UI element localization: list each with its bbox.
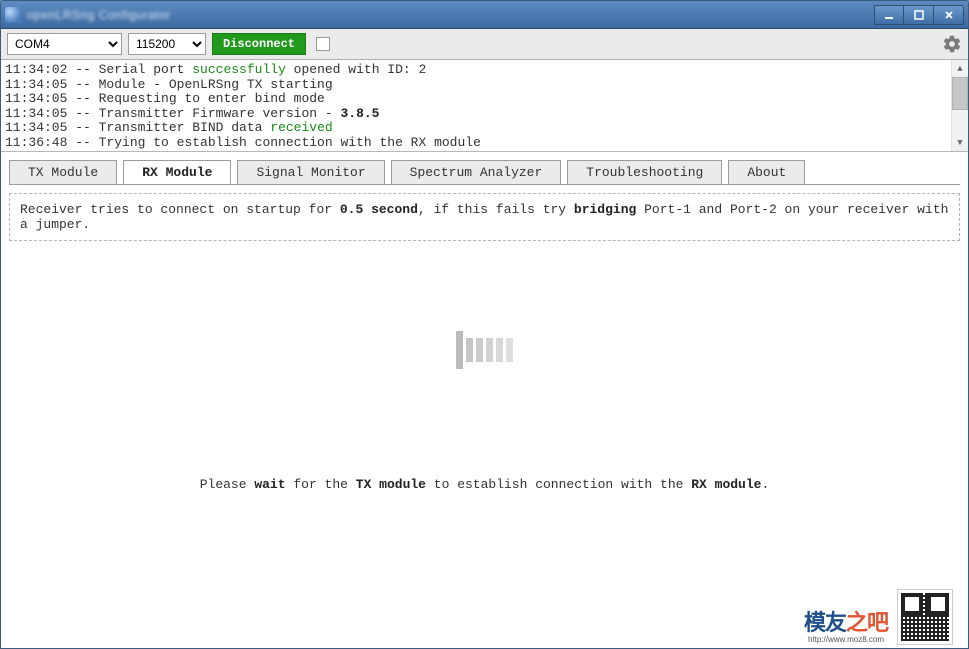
hint-duration: 0.5 second — [340, 202, 418, 217]
titlebar: openLRSng Configurator — [1, 1, 968, 29]
footer-logo: 模友之吧 http://www.moz8.com — [804, 605, 888, 644]
tab-about[interactable]: About — [728, 160, 805, 185]
log-line: 11:34:05 -- Transmitter Firmware version… — [5, 107, 947, 122]
disconnect-button[interactable]: Disconnect — [212, 33, 306, 55]
scroll-track[interactable] — [952, 77, 968, 134]
gear-icon[interactable] — [942, 34, 962, 54]
window-title: openLRSng Configurator — [27, 8, 874, 22]
log-line: 11:36:48 -- Trying to establish connecti… — [5, 136, 947, 151]
tab-tx-module[interactable]: TX Module — [9, 160, 117, 185]
port-select[interactable]: COM4 — [7, 33, 122, 55]
baud-select[interactable]: 115200 — [128, 33, 206, 55]
scroll-down-icon[interactable]: ▼ — [952, 134, 968, 151]
scroll-thumb[interactable] — [952, 77, 968, 110]
app-window: openLRSng Configurator COM4 115200 Disco… — [0, 0, 969, 649]
window-controls — [874, 5, 964, 25]
tab-row: TX ModuleRX ModuleSignal Monitor Spectrum… — [1, 152, 968, 184]
loading-spinner-icon — [456, 331, 513, 369]
logo-text-2: 之吧 — [846, 605, 888, 637]
tab-signal-monitor[interactable]: Signal Monitor — [237, 160, 384, 185]
log-line: 11:34:05 -- Transmitter BIND data receiv… — [5, 121, 947, 136]
close-button[interactable] — [934, 5, 964, 25]
qr-code-icon — [898, 590, 952, 644]
app-icon — [5, 7, 21, 23]
tab-troubleshooting[interactable]: Troubleshooting — [567, 160, 722, 185]
footer: 模友之吧 http://www.moz8.com — [804, 586, 960, 648]
toolbar-checkbox[interactable] — [316, 37, 330, 51]
log-scrollbar[interactable]: ▲ ▼ — [951, 60, 968, 151]
toolbar: COM4 115200 Disconnect — [1, 29, 968, 60]
log-line: 11:34:02 -- Serial port successfully ope… — [5, 63, 947, 78]
maximize-button[interactable] — [904, 5, 934, 25]
tab-rx-module[interactable]: RX Module — [123, 160, 231, 185]
hint-text-pre: Receiver tries to connect on startup for — [20, 202, 340, 217]
tab-panel-rx-module: Receiver tries to connect on startup for… — [9, 184, 960, 648]
wait-message: Please wait for the TX module to establi… — [200, 477, 770, 492]
logo-text-1: 模友 — [804, 605, 846, 637]
scroll-up-icon[interactable]: ▲ — [952, 60, 968, 77]
hint-box: Receiver tries to connect on startup for… — [9, 193, 960, 241]
hint-action: bridging — [574, 202, 636, 217]
log-line: 11:34:05 -- Requesting to enter bind mod… — [5, 92, 947, 107]
log-content[interactable]: 11:34:02 -- Serial port successfully ope… — [1, 60, 951, 151]
minimize-button[interactable] — [874, 5, 904, 25]
hint-text-mid: , if this fails try — [418, 202, 574, 217]
logo-subtext: http://www.moz8.com — [808, 635, 884, 644]
tab-spectrum-analyzer[interactable]: Spectrum Analyzer — [391, 160, 562, 185]
log-line: 11:34:05 -- Module - OpenLRSng TX starti… — [5, 78, 947, 93]
log-area: 11:34:02 -- Serial port successfully ope… — [1, 60, 968, 152]
